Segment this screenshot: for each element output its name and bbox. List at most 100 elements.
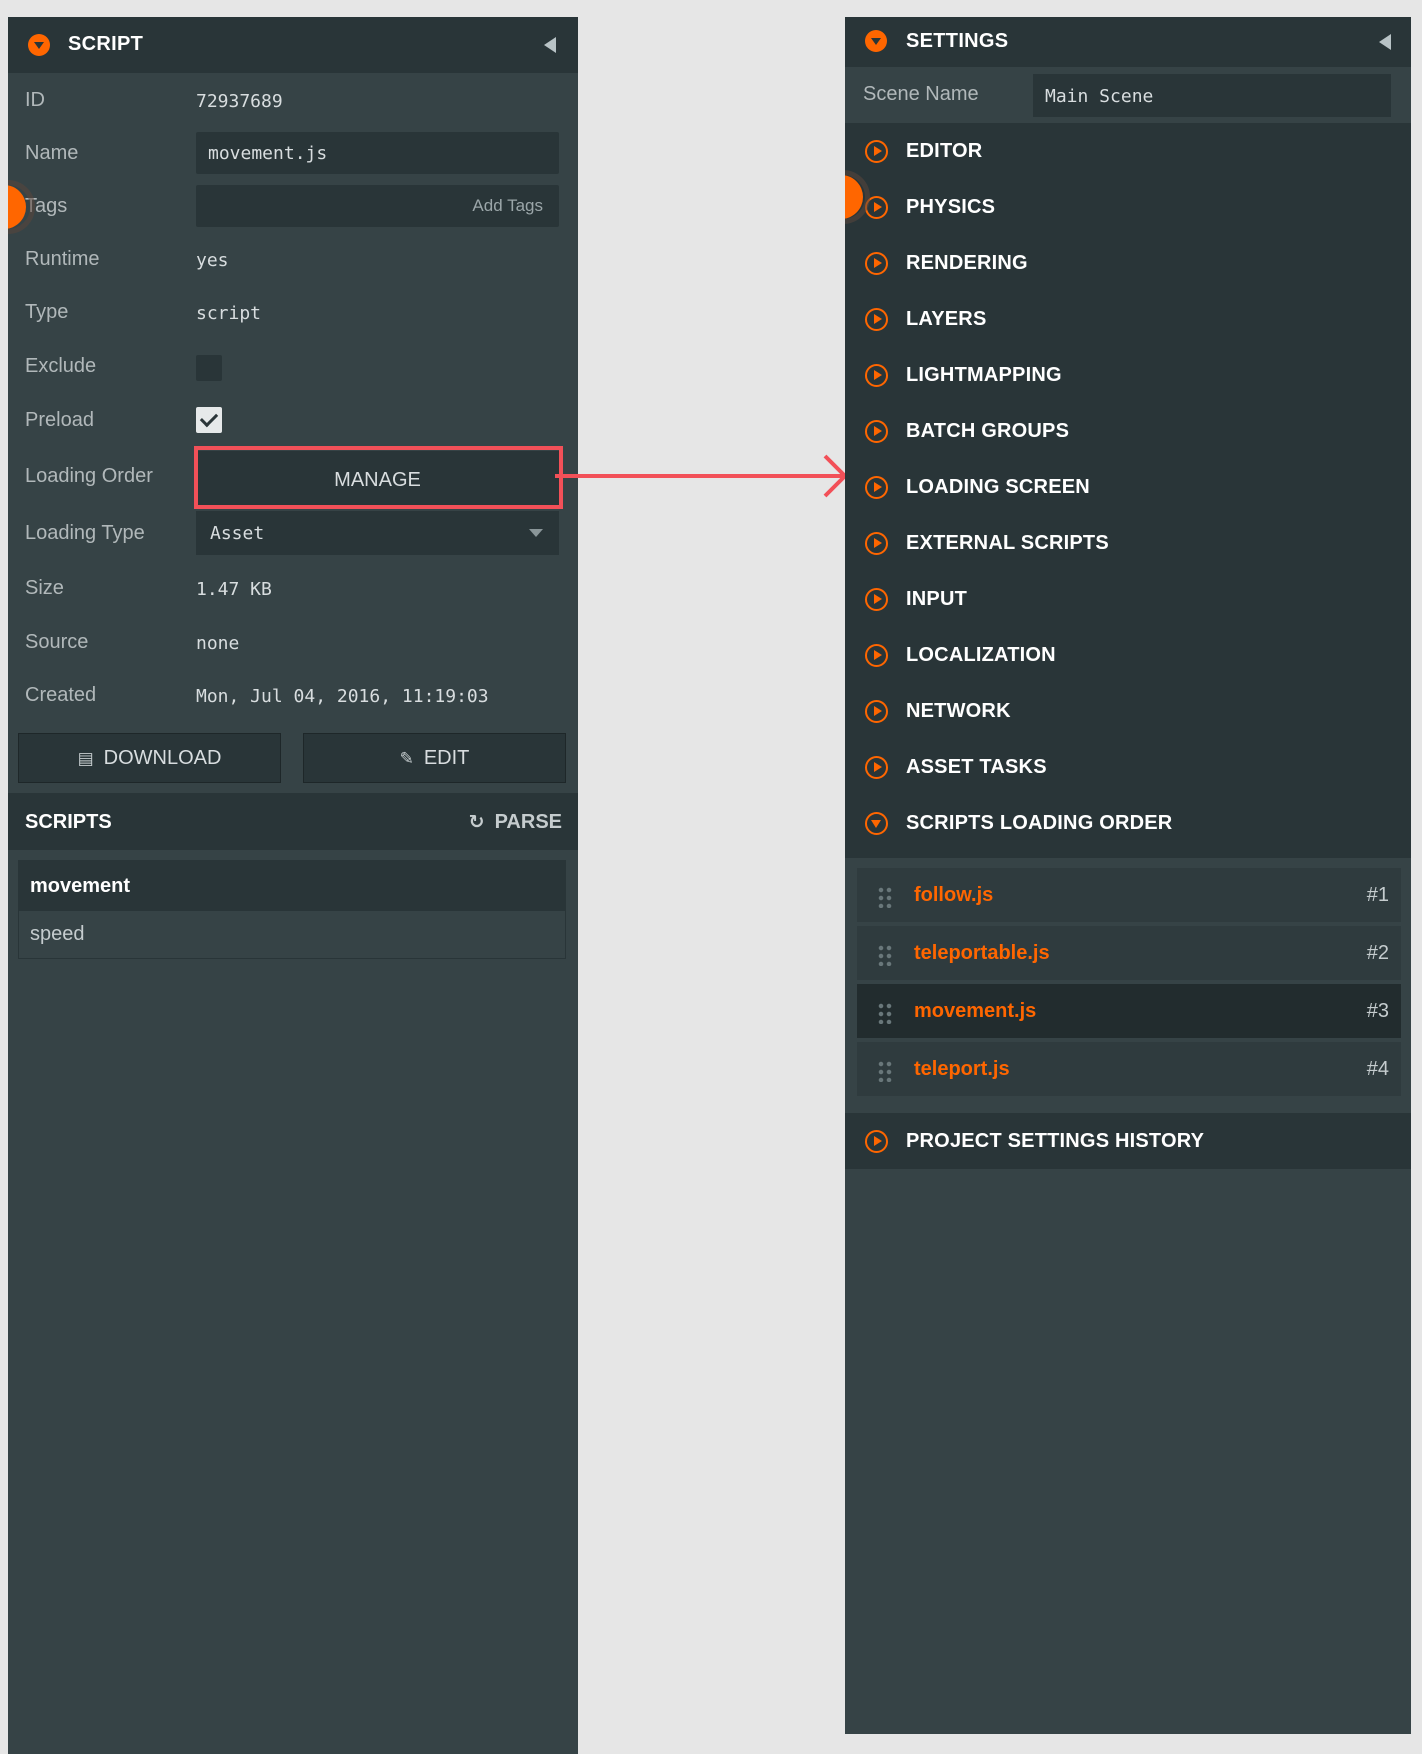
section-label: INPUT: [906, 588, 967, 610]
chevron-down-icon[interactable]: [865, 30, 887, 52]
id-value: 72937689: [196, 91, 283, 112]
source-label: Source: [25, 631, 89, 653]
loading-type-select[interactable]: Asset: [196, 511, 559, 555]
play-circle-icon: [865, 644, 888, 667]
script-attributes-card: movement speed: [18, 860, 566, 959]
order-index: #3: [1366, 1000, 1389, 1022]
section-label: ASSET TASKS: [906, 756, 1047, 778]
section-scripts-loading-order[interactable]: SCRIPTS LOADING ORDER: [845, 795, 1411, 851]
download-button[interactable]: ▤ DOWNLOAD: [18, 733, 281, 783]
play-circle-icon: [865, 1130, 888, 1153]
size-value: 1.47 KB: [196, 579, 272, 600]
loading-order-item[interactable]: follow.js #1: [857, 868, 1401, 924]
loading-type-value: Asset: [210, 523, 265, 544]
parse-button[interactable]: ↻ PARSE: [469, 811, 562, 834]
section-project-settings-history[interactable]: PROJECT SETTINGS HISTORY: [845, 1113, 1411, 1169]
script-file-name: follow.js: [914, 884, 994, 906]
script-file-name: teleport.js: [914, 1058, 1010, 1080]
section-layers[interactable]: LAYERS: [845, 291, 1411, 347]
play-circle-icon: [865, 364, 888, 387]
script-inspector-panel: SCRIPT ID 72937689 Name movement.js Tags…: [8, 17, 578, 1754]
created-label: Created: [25, 684, 97, 706]
loading-order-item[interactable]: teleport.js #4: [857, 1042, 1401, 1098]
scene-name-input[interactable]: Main Scene: [1033, 74, 1391, 117]
section-input[interactable]: INPUT: [845, 571, 1411, 627]
script-name[interactable]: movement: [19, 861, 565, 911]
section-rendering[interactable]: RENDERING: [845, 235, 1411, 291]
section-label: NETWORK: [906, 700, 1011, 722]
play-circle-icon: [865, 420, 888, 443]
scripts-title: SCRIPTS: [25, 811, 112, 833]
id-label: ID: [25, 89, 45, 111]
scene-name-row: Scene Name Main Scene: [845, 67, 1411, 123]
section-label: PHYSICS: [906, 196, 996, 218]
section-label: LIGHTMAPPING: [906, 364, 1062, 386]
preload-checkbox[interactable]: [196, 407, 222, 433]
collapse-arrow-icon[interactable]: [1379, 34, 1391, 50]
edit-icon: ✎: [399, 749, 414, 768]
panel-title: SCRIPT: [68, 33, 144, 55]
refresh-icon: ↻: [468, 812, 485, 833]
section-asset-tasks[interactable]: ASSET TASKS: [845, 739, 1411, 795]
scene-name-label: Scene Name: [863, 83, 979, 105]
section-label: LOCALIZATION: [906, 644, 1056, 666]
exclude-label: Exclude: [25, 355, 97, 377]
play-circle-icon: [865, 532, 888, 555]
panel-title: SETTINGS: [906, 30, 1009, 52]
exclude-checkbox[interactable]: [196, 355, 222, 381]
settings-panel-header[interactable]: SETTINGS: [845, 17, 1411, 67]
settings-sections-list: EDITOR PHYSICS RENDERING LAYERS LIGHTMAP…: [845, 123, 1411, 861]
section-label: EDITOR: [906, 140, 983, 162]
scripts-loading-order-list: follow.js #1 teleportable.js #2 movement…: [845, 858, 1411, 1124]
name-input[interactable]: movement.js: [196, 132, 559, 174]
drag-grip-icon[interactable]: [877, 886, 893, 908]
edit-button[interactable]: ✎ EDIT: [303, 733, 566, 783]
section-external-scripts[interactable]: EXTERNAL SCRIPTS: [845, 515, 1411, 571]
loading-order-item[interactable]: teleportable.js #2: [857, 926, 1401, 982]
drag-grip-icon[interactable]: [877, 1002, 893, 1024]
play-circle-icon: [865, 252, 888, 275]
scripts-section-header: SCRIPTS ↻ PARSE: [8, 793, 578, 850]
play-circle-icon: [865, 700, 888, 723]
tags-input[interactable]: Add Tags: [196, 185, 559, 227]
name-label: Name: [25, 142, 79, 164]
chevron-down-icon[interactable]: [28, 34, 50, 56]
manage-loading-order-button[interactable]: MANAGE: [196, 451, 559, 509]
section-label: LAYERS: [906, 308, 987, 330]
runtime-value: yes: [196, 250, 229, 271]
section-label: SCRIPTS LOADING ORDER: [906, 812, 1173, 834]
drag-grip-icon[interactable]: [877, 944, 893, 966]
section-editor[interactable]: EDITOR: [845, 123, 1411, 179]
collapse-arrow-icon[interactable]: [544, 37, 556, 53]
play-circle-icon: [865, 308, 888, 331]
section-label: PROJECT SETTINGS HISTORY: [906, 1130, 1205, 1152]
created-value: Mon, Jul 04, 2016, 11:19:03: [196, 686, 489, 707]
section-lightmapping[interactable]: LIGHTMAPPING: [845, 347, 1411, 403]
section-physics[interactable]: PHYSICS: [845, 179, 1411, 235]
section-network[interactable]: NETWORK: [845, 683, 1411, 739]
runtime-label: Runtime: [25, 248, 100, 270]
parse-label: PARSE: [494, 811, 562, 833]
order-index: #4: [1366, 1058, 1389, 1080]
loading-order-item-selected[interactable]: movement.js #3: [857, 984, 1401, 1040]
section-loading-screen[interactable]: LOADING SCREEN: [845, 459, 1411, 515]
play-circle-icon: [865, 588, 888, 611]
section-localization[interactable]: LOCALIZATION: [845, 627, 1411, 683]
loading-order-label: Loading Order: [25, 465, 153, 487]
play-circle-icon: [865, 756, 888, 779]
drag-grip-icon[interactable]: [877, 1060, 893, 1082]
section-label: BATCH GROUPS: [906, 420, 1070, 442]
download-label: DOWNLOAD: [103, 747, 222, 769]
play-circle-icon: [865, 140, 888, 163]
loading-type-label: Loading Type: [25, 522, 145, 544]
order-index: #2: [1366, 942, 1389, 964]
section-batch-groups[interactable]: BATCH GROUPS: [845, 403, 1411, 459]
edit-label: EDIT: [423, 747, 470, 769]
script-file-name: teleportable.js: [914, 942, 1050, 964]
annotation-arrow: [555, 454, 848, 498]
chevron-down-icon: [529, 529, 543, 537]
script-panel-header[interactable]: SCRIPT: [8, 17, 578, 73]
type-label: Type: [25, 301, 69, 323]
chevron-down-icon: [865, 812, 888, 835]
play-circle-icon: [865, 476, 888, 499]
